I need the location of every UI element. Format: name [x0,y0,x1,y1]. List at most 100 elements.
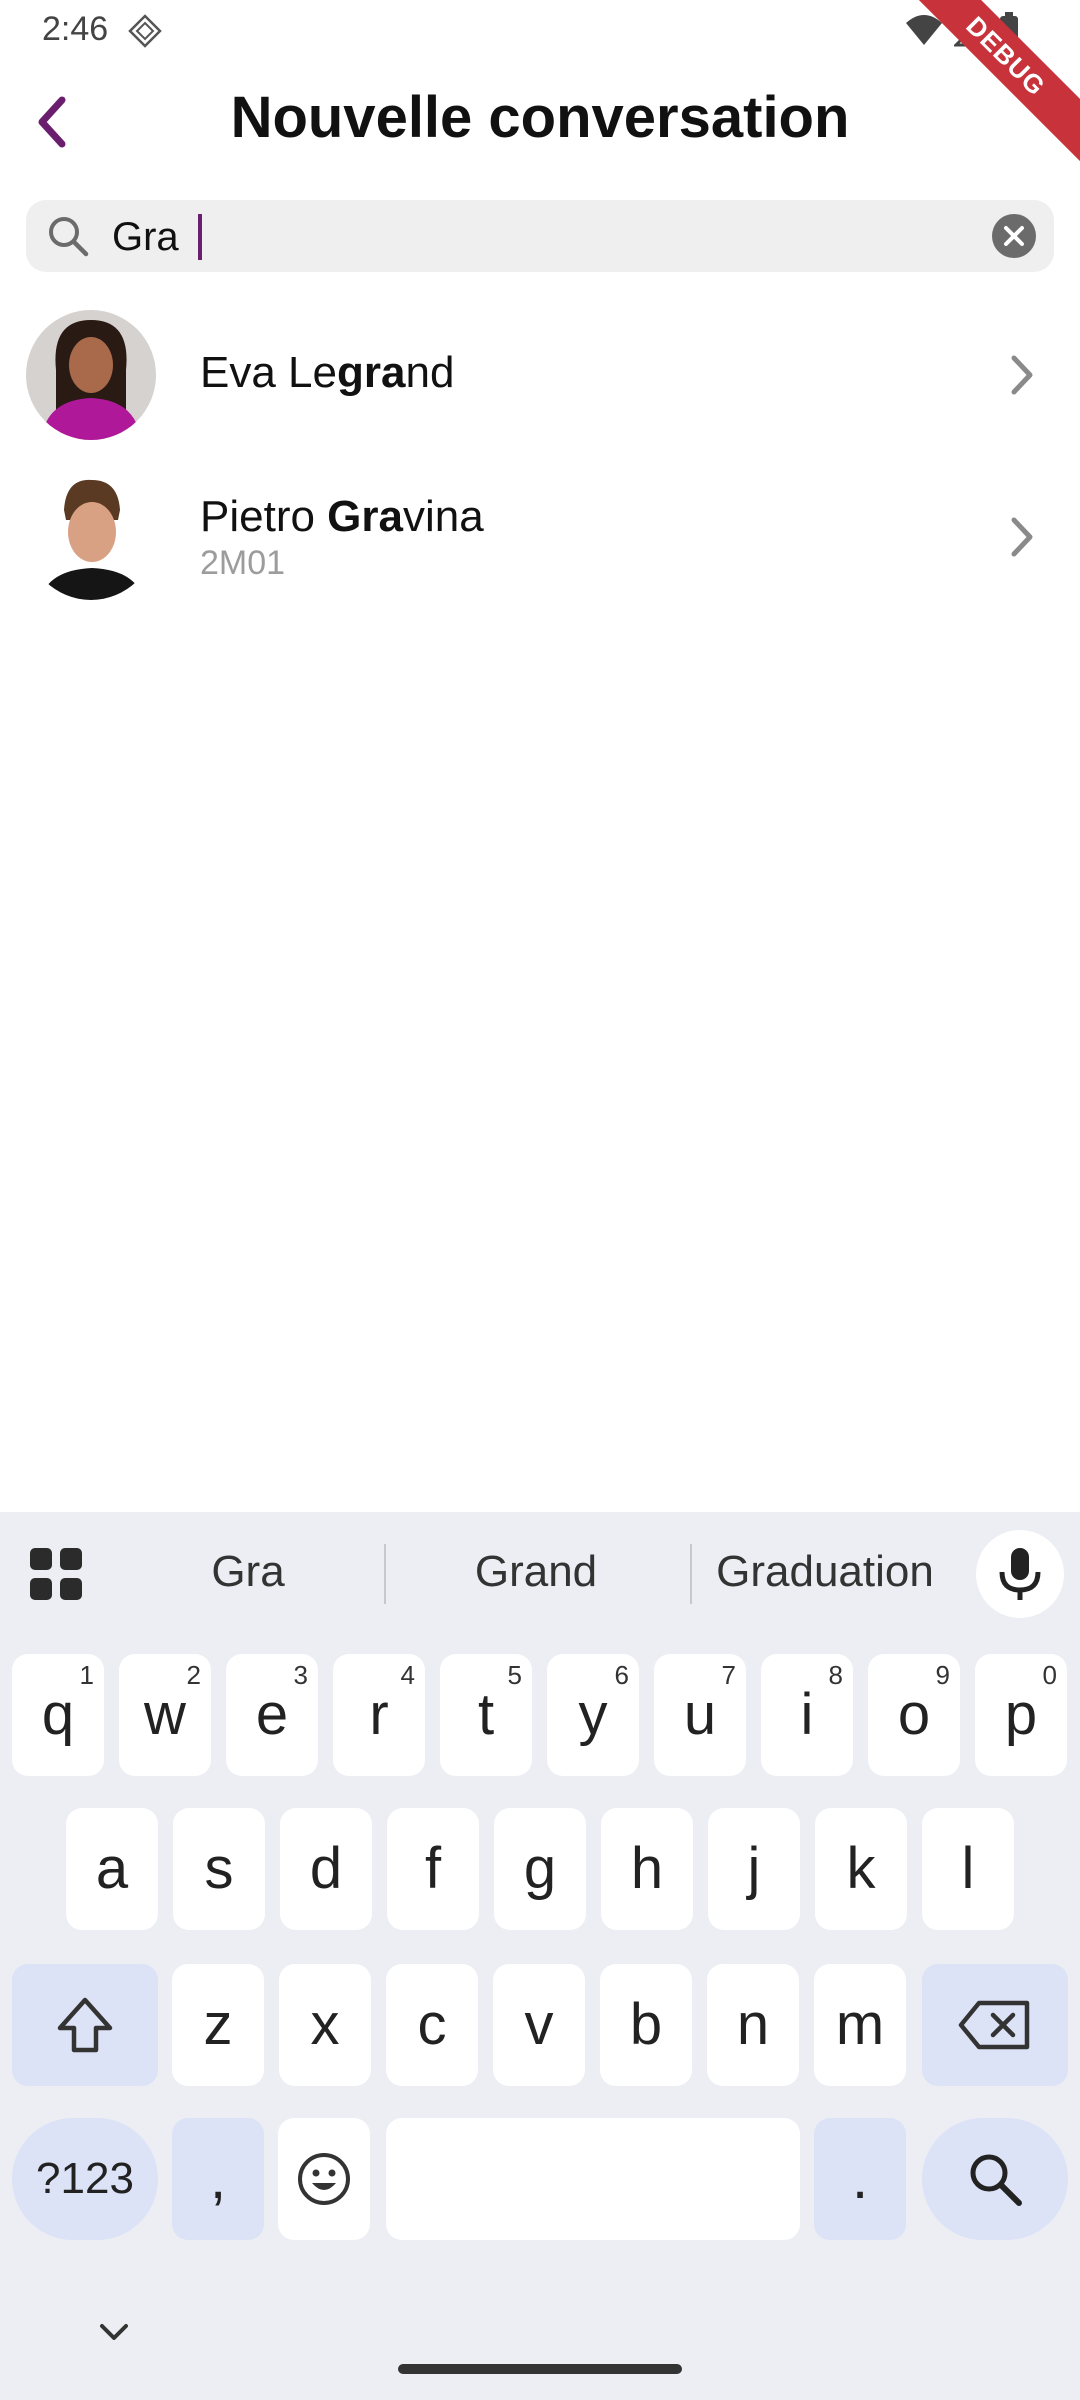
emoji-key[interactable] [278,2118,370,2240]
suggestion-bar: Gra Grand Graduation [0,1512,1080,1632]
key-c[interactable]: c [386,1964,478,2086]
shift-key[interactable] [12,1964,158,2086]
key-n[interactable]: n [707,1964,799,2086]
key-label: l [961,1836,975,1901]
status-bar: 2:46 DEBUG [0,0,1080,164]
key-y[interactable]: y6 [547,1654,639,1776]
key-s[interactable]: s [173,1808,265,1930]
key-label: x [310,1992,340,2057]
comma-key[interactable]: , [172,2118,264,2240]
key-t[interactable]: t5 [440,1654,532,1776]
key-p[interactable]: p0 [975,1654,1067,1776]
key-hint: 0 [1042,1660,1057,1690]
key-label: h [630,1836,664,1901]
key-label: a [95,1836,129,1901]
key-label: q [41,1682,75,1747]
key-label: t [477,1682,495,1747]
key-hint: 9 [935,1660,950,1690]
shift-icon [57,1997,113,2053]
key-x[interactable]: x [279,1964,371,2086]
chevron-right-icon [1011,517,1033,557]
key-g[interactable]: g [494,1808,586,1930]
key-hint: 8 [828,1660,843,1690]
key-hint: 3 [293,1660,308,1690]
key-label: g [523,1836,557,1901]
key-hint: 1 [79,1660,94,1690]
key-label: r [369,1682,389,1747]
key-q[interactable]: q1 [12,1654,104,1776]
period-key[interactable]: . [814,2118,906,2240]
emoji-icon [298,2153,350,2205]
key-label: o [897,1682,931,1747]
key-label: m [835,1992,885,2057]
key-j[interactable]: j [708,1808,800,1930]
key-label: k [846,1836,876,1901]
key-o[interactable]: o9 [868,1654,960,1776]
key-b[interactable]: b [600,1964,692,2086]
key-e[interactable]: e3 [226,1654,318,1776]
key-v[interactable]: v [493,1964,585,2086]
home-indicator[interactable] [398,2364,682,2374]
hide-keyboard-icon[interactable] [96,2318,132,2348]
page-title: Nouvelle conversation [230,85,850,150]
search-icon [49,217,89,257]
key-label: y [578,1682,608,1747]
contact-name: Eva Legrand [200,348,455,397]
symbols-key[interactable]: ?123 [12,2118,158,2240]
avatar [26,310,156,440]
suggestion-2[interactable]: Grand [416,1542,656,1602]
key-label: f [424,1836,442,1901]
status-time: 2:46 [42,10,109,48]
space-key[interactable] [386,2118,800,2240]
backspace-icon [958,2000,1030,2050]
search-action-key[interactable] [922,2118,1068,2240]
soft-keyboard: Gra Grand Graduation q1w2e3r4t5y6u7i8o9p… [0,1512,1080,2400]
key-hint: 4 [400,1660,415,1690]
close-icon [1004,226,1024,246]
search-icon [970,2154,1022,2206]
key-z[interactable]: z [172,1964,264,2086]
suggestion-divider [384,1544,386,1604]
backspace-key[interactable] [922,1964,1068,2086]
suggestion-1[interactable]: Gra [148,1542,348,1602]
avatar [26,470,156,600]
key-hint: 6 [614,1660,629,1690]
chevron-right-icon [1011,355,1033,395]
apps-grid-icon[interactable] [28,1546,84,1602]
contact-class: 2M01 [200,544,286,582]
key-label: d [309,1836,343,1901]
app-header: Nouvelle conversation [0,62,1080,182]
key-hint: 2 [186,1660,201,1690]
key-label: n [736,1992,770,2057]
key-i[interactable]: i8 [761,1654,853,1776]
key-a[interactable]: a [66,1808,158,1930]
key-label: u [683,1682,717,1747]
key-label: j [747,1836,761,1901]
suggestion-divider [690,1544,692,1604]
contact-row[interactable]: Eva Legrand [0,306,1080,446]
key-label: p [1004,1682,1038,1747]
search-input[interactable] [110,208,974,266]
key-d[interactable]: d [280,1808,372,1930]
key-label: v [524,1992,554,2057]
key-w[interactable]: w2 [119,1654,211,1776]
key-hint: 5 [507,1660,522,1690]
app-notification-icon [128,14,162,48]
key-h[interactable]: h [601,1808,693,1930]
microphone-icon [999,1548,1041,1600]
key-f[interactable]: f [387,1808,479,1930]
suggestion-3[interactable]: Graduation [700,1542,950,1602]
contact-name: Pietro Gravina [200,492,484,541]
key-label: w [144,1682,186,1747]
key-k[interactable]: k [815,1808,907,1930]
clear-search-button[interactable] [992,214,1036,258]
contact-row[interactable]: Pietro Gravina 2M01 [0,468,1080,608]
key-l[interactable]: l [922,1808,1014,1930]
key-label: e [255,1682,289,1747]
key-r[interactable]: r4 [333,1654,425,1776]
key-u[interactable]: u7 [654,1654,746,1776]
key-hint: 7 [721,1660,736,1690]
key-label: b [629,1992,663,2057]
voice-input-button[interactable] [976,1530,1064,1618]
key-m[interactable]: m [814,1964,906,2086]
